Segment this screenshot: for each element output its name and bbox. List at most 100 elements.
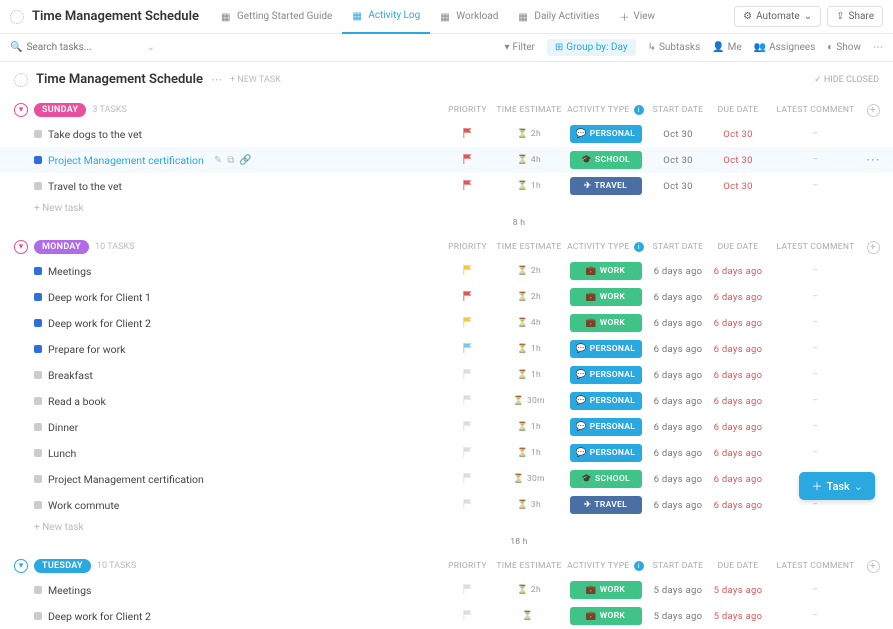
flag-icon[interactable] [463, 128, 473, 138]
add-view-button[interactable]: ＋View [609, 0, 665, 34]
due-date[interactable]: 6 days ago [708, 448, 768, 459]
new-task-floating-button[interactable]: ＋ Task ⌄ [799, 472, 875, 500]
task-row[interactable]: Deep work for Client 2⏳💼WORK5 days ago5 … [0, 603, 893, 629]
activity-type-pill[interactable]: 💼WORK [570, 262, 642, 280]
info-icon[interactable]: i [634, 561, 644, 571]
task-name[interactable]: Dinner [48, 421, 78, 434]
search-input[interactable] [26, 42, 106, 53]
time-estimate[interactable]: 1h [531, 370, 541, 380]
task-name[interactable]: Travel to the vet [48, 180, 122, 193]
chevron-down-icon[interactable]: ⌄ [146, 42, 154, 53]
flag-icon[interactable] [463, 447, 473, 457]
start-date[interactable]: 5 days ago [648, 585, 708, 596]
status-indicator[interactable] [34, 319, 42, 327]
collapse-toggle[interactable]: ▾ [14, 103, 28, 117]
task-row[interactable]: Dinner⏳1h💬PERSONAL6 days ago6 days ago– [0, 414, 893, 440]
time-estimate[interactable]: 1h [531, 448, 541, 458]
status-indicator[interactable] [34, 130, 42, 138]
new-task-button[interactable]: + New task [34, 203, 84, 214]
activity-type-pill[interactable]: 💼WORK [570, 314, 642, 332]
tab-daily-activities[interactable]: ▦Daily Activities [508, 0, 609, 34]
activity-type-pill[interactable]: 🎓SCHOOL [570, 470, 642, 488]
flag-icon[interactable] [463, 369, 473, 379]
task-name[interactable]: Read a book [48, 395, 106, 408]
due-date[interactable]: 6 days ago [708, 318, 768, 329]
due-date[interactable]: 6 days ago [708, 422, 768, 433]
collapse-toggle[interactable]: ▾ [14, 559, 28, 573]
due-date[interactable]: 5 days ago [708, 611, 768, 622]
status-indicator[interactable] [34, 397, 42, 405]
due-date[interactable]: 6 days ago [708, 344, 768, 355]
activity-type-pill[interactable]: 💬PERSONAL [570, 392, 642, 410]
task-name[interactable]: Meetings [48, 265, 91, 278]
status-indicator[interactable] [34, 449, 42, 457]
task-name[interactable]: Deep work for Client 2 [48, 317, 151, 330]
task-name[interactable]: Project Management certification [48, 154, 204, 167]
day-badge[interactable]: MONDAY [34, 240, 89, 254]
start-date[interactable]: 6 days ago [648, 318, 708, 329]
start-date[interactable]: 6 days ago [648, 370, 708, 381]
status-indicator[interactable] [34, 371, 42, 379]
day-badge[interactable]: SUNDAY [34, 103, 86, 117]
status-indicator[interactable] [34, 501, 42, 509]
start-date[interactable]: 6 days ago [648, 344, 708, 355]
task-row[interactable]: Breakfast⏳1h💬PERSONAL6 days ago6 days ag… [0, 362, 893, 388]
task-row[interactable]: Read a book⏳30m💬PERSONAL6 days ago6 days… [0, 388, 893, 414]
activity-type-pill[interactable]: 💬PERSONAL [570, 340, 642, 358]
status-indicator[interactable] [34, 612, 42, 620]
task-row[interactable]: Deep work for Client 2⏳4h💼WORK6 days ago… [0, 310, 893, 336]
time-estimate[interactable]: 30m [527, 396, 545, 406]
tab-workload[interactable]: ▦Workload [430, 0, 508, 34]
time-estimate[interactable]: 1h [531, 422, 541, 432]
flag-icon[interactable] [463, 421, 473, 431]
start-date[interactable]: 6 days ago [648, 292, 708, 303]
flag-icon[interactable] [463, 610, 473, 620]
start-date[interactable]: 6 days ago [648, 500, 708, 511]
start-date[interactable]: 6 days ago [648, 396, 708, 407]
row-more-icon[interactable]: ⋯ [866, 152, 880, 168]
more-icon[interactable]: ⋯ [873, 42, 883, 53]
status-indicator[interactable] [34, 475, 42, 483]
activity-type-pill[interactable]: 🎓SCHOOL [570, 151, 642, 169]
task-name[interactable]: Lunch [48, 447, 76, 460]
edit-icon[interactable]: ✎ [214, 155, 222, 166]
start-date[interactable]: Oct 30 [648, 155, 708, 166]
filter-button[interactable]: ▾ Filter [505, 42, 535, 53]
activity-type-pill[interactable]: 💼WORK [570, 288, 642, 306]
due-date[interactable]: 6 days ago [708, 396, 768, 407]
start-date[interactable]: Oct 30 [648, 181, 708, 192]
time-estimate[interactable]: 2h [531, 266, 541, 276]
more-icon[interactable]: ⋯ [211, 73, 222, 86]
due-date[interactable]: 6 days ago [708, 266, 768, 277]
me-button[interactable]: 👤 Me [712, 42, 742, 53]
start-date[interactable]: 5 days ago [648, 611, 708, 622]
day-badge[interactable]: TUESDAY [34, 559, 91, 573]
status-indicator[interactable] [34, 423, 42, 431]
task-name[interactable]: Deep work for Client 1 [48, 291, 151, 304]
add-column-button[interactable]: + [867, 560, 880, 573]
share-button[interactable]: ⇪Share [827, 6, 883, 27]
info-icon[interactable]: i [634, 105, 644, 115]
status-indicator[interactable] [34, 345, 42, 353]
activity-type-pill[interactable]: ✈TRAVEL [570, 177, 642, 195]
due-date[interactable]: Oct 30 [708, 129, 768, 140]
flag-icon[interactable] [463, 317, 473, 327]
task-name[interactable]: Take dogs to the vet [48, 128, 142, 141]
due-date[interactable]: 6 days ago [708, 474, 768, 485]
time-estimate[interactable]: 4h [531, 155, 541, 165]
subtasks-button[interactable]: ↳ Subtasks [648, 42, 701, 53]
new-task-button[interactable]: + NEW TASK [230, 75, 281, 85]
time-estimate[interactable]: 4h [531, 318, 541, 328]
tab-getting-started-guide[interactable]: ▦Getting Started Guide [211, 0, 342, 34]
flag-icon[interactable] [463, 584, 473, 594]
time-estimate[interactable]: 3h [531, 500, 541, 510]
group-by-button[interactable]: ⊞ Group by: Day [547, 39, 636, 56]
new-task-button[interactable]: + New task [34, 522, 84, 533]
activity-type-pill[interactable]: 💬PERSONAL [570, 444, 642, 462]
hide-closed-button[interactable]: ✓ HIDE CLOSED [814, 75, 879, 85]
time-estimate[interactable]: 2h [531, 129, 541, 139]
activity-type-pill[interactable]: 💬PERSONAL [570, 366, 642, 384]
task-row[interactable]: Meetings⏳2h💼WORK6 days ago6 days ago– [0, 258, 893, 284]
task-name[interactable]: Project Management certification [48, 473, 204, 486]
status-indicator[interactable] [34, 267, 42, 275]
